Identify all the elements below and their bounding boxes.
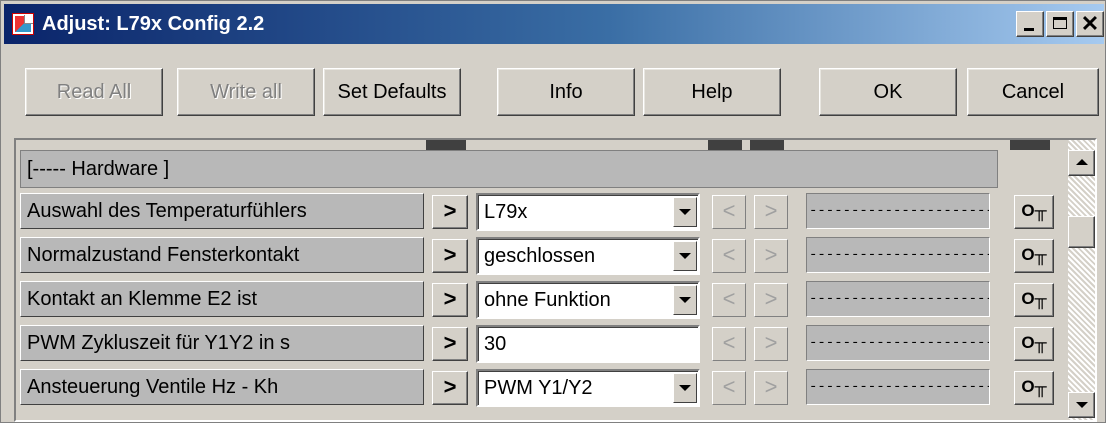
dropdown-arrow-icon[interactable] xyxy=(673,241,697,271)
adjust-window: Adjust: L79x Config 2.2 ✕ Read All Write… xyxy=(0,0,1106,423)
title-bar[interactable]: Adjust: L79x Config 2.2 ✕ xyxy=(4,4,1104,44)
param-row: Kontakt an Klemme E2 ist > ohne Funktion… xyxy=(20,281,1080,319)
key-icon: O╥ xyxy=(1021,333,1047,352)
dropdown-arrow-icon[interactable] xyxy=(673,197,697,227)
value-select[interactable]: ohne Funktion xyxy=(476,281,700,319)
param-row: Auswahl des Temperaturfühlers > L79x < >… xyxy=(20,193,1080,231)
cancel-button[interactable]: Cancel xyxy=(967,68,1099,116)
param-row: Ansteuerung Ventile Hz - Kh > PWM Y1/Y2 … xyxy=(20,369,1080,407)
chevron-left-icon: < xyxy=(722,330,736,355)
value-select[interactable]: geschlossen xyxy=(476,237,700,275)
dropdown-arrow-icon[interactable] xyxy=(673,285,697,315)
column-marker xyxy=(426,140,466,150)
chevron-right-icon: > xyxy=(443,242,457,267)
value-text: ohne Funktion xyxy=(484,289,611,311)
prev-value-button[interactable]: < xyxy=(712,239,746,273)
param-label: Ansteuerung Ventile Hz - Kh xyxy=(20,369,424,405)
status-field: ------------------------------ xyxy=(806,237,990,273)
lock-button[interactable]: O╥ xyxy=(1014,371,1054,405)
param-label: PWM Zykluszeit für Y1Y2 in s xyxy=(20,325,424,361)
vertical-scrollbar[interactable] xyxy=(1068,140,1095,420)
lock-button[interactable]: O╥ xyxy=(1014,327,1054,361)
dropdown-arrow-icon[interactable] xyxy=(673,373,697,403)
value-select[interactable]: PWM Y1/Y2 xyxy=(476,369,700,407)
app-icon[interactable] xyxy=(12,13,34,35)
chevron-right-icon: > xyxy=(764,330,778,355)
value-select[interactable]: L79x xyxy=(476,193,700,231)
next-value-button[interactable]: > xyxy=(754,283,788,317)
status-field: ------------------------------ xyxy=(806,281,990,317)
info-button[interactable]: Info xyxy=(497,68,635,116)
prev-value-button[interactable]: < xyxy=(712,327,746,361)
chevron-right-icon: > xyxy=(443,286,457,311)
status-field: ------------------------------ xyxy=(806,325,990,361)
help-button[interactable]: Help xyxy=(643,68,781,116)
next-value-button[interactable]: > xyxy=(754,371,788,405)
ok-button[interactable]: OK xyxy=(819,68,957,116)
prev-value-button[interactable]: < xyxy=(712,371,746,405)
param-row: Normalzustand Fensterkontakt > geschloss… xyxy=(20,237,1080,275)
chevron-right-icon: > xyxy=(443,374,457,399)
send-button[interactable]: > xyxy=(432,195,468,229)
send-button[interactable]: > xyxy=(432,283,468,317)
send-button[interactable]: > xyxy=(432,327,468,361)
param-row: PWM Zykluszeit für Y1Y2 in s > 30 < > --… xyxy=(20,325,1080,363)
chevron-left-icon: < xyxy=(722,286,736,311)
set-defaults-button[interactable]: Set Defaults xyxy=(323,68,461,116)
value-text: geschlossen xyxy=(484,245,596,267)
next-value-button[interactable]: > xyxy=(754,239,788,273)
key-icon: O╥ xyxy=(1021,245,1047,264)
value-text: PWM Y1/Y2 xyxy=(484,377,593,399)
value-text: 30 xyxy=(484,333,507,355)
chevron-left-icon: < xyxy=(722,242,736,267)
chevron-left-icon: < xyxy=(722,198,736,223)
minimize-icon xyxy=(1024,28,1034,31)
window-title: Adjust: L79x Config 2.2 xyxy=(42,13,265,35)
close-button[interactable]: ✕ xyxy=(1076,11,1104,37)
group-header-hardware: [----- Hardware ] xyxy=(20,150,998,188)
chevron-right-icon: > xyxy=(443,198,457,223)
prev-value-button[interactable]: < xyxy=(712,195,746,229)
lock-button[interactable]: O╥ xyxy=(1014,195,1054,229)
parameter-list: [----- Hardware ] Auswahl des Temperatur… xyxy=(16,140,1095,420)
key-icon: O╥ xyxy=(1021,201,1047,220)
write-all-button[interactable]: Write all xyxy=(177,68,315,116)
close-icon: ✕ xyxy=(1080,11,1100,36)
read-all-button[interactable]: Read All xyxy=(25,68,163,116)
column-marker xyxy=(1010,140,1050,150)
lock-button[interactable]: O╥ xyxy=(1014,283,1054,317)
lock-button[interactable]: O╥ xyxy=(1014,239,1054,273)
column-marker xyxy=(708,140,742,150)
prev-value-button[interactable]: < xyxy=(712,283,746,317)
value-text: L79x xyxy=(484,201,528,223)
key-icon: O╥ xyxy=(1021,377,1047,396)
arrow-down-icon[interactable] xyxy=(1068,392,1095,418)
minimize-button[interactable] xyxy=(1016,11,1044,37)
param-label: Normalzustand Fensterkontakt xyxy=(20,237,424,273)
chevron-left-icon: < xyxy=(722,374,736,399)
parameter-panel: [----- Hardware ] Auswahl des Temperatur… xyxy=(14,138,1097,422)
chevron-right-icon: > xyxy=(764,374,778,399)
status-field: ------------------------------ xyxy=(806,193,990,229)
scrollbar-thumb[interactable] xyxy=(1068,216,1095,248)
send-button[interactable]: > xyxy=(432,239,468,273)
param-label: Auswahl des Temperaturfühlers xyxy=(20,193,424,229)
maximize-icon xyxy=(1053,17,1067,29)
chevron-right-icon: > xyxy=(443,330,457,355)
key-icon: O╥ xyxy=(1021,289,1047,308)
column-marker xyxy=(750,140,784,150)
chevron-right-icon: > xyxy=(764,286,778,311)
next-value-button[interactable]: > xyxy=(754,327,788,361)
arrow-up-icon[interactable] xyxy=(1068,150,1095,176)
chevron-right-icon: > xyxy=(764,198,778,223)
status-field: ------------------------------ xyxy=(806,369,990,405)
maximize-button[interactable] xyxy=(1046,11,1074,37)
next-value-button[interactable]: > xyxy=(754,195,788,229)
param-label: Kontakt an Klemme E2 ist xyxy=(20,281,424,317)
send-button[interactable]: > xyxy=(432,371,468,405)
value-input[interactable]: 30 xyxy=(476,325,700,363)
chevron-right-icon: > xyxy=(764,242,778,267)
